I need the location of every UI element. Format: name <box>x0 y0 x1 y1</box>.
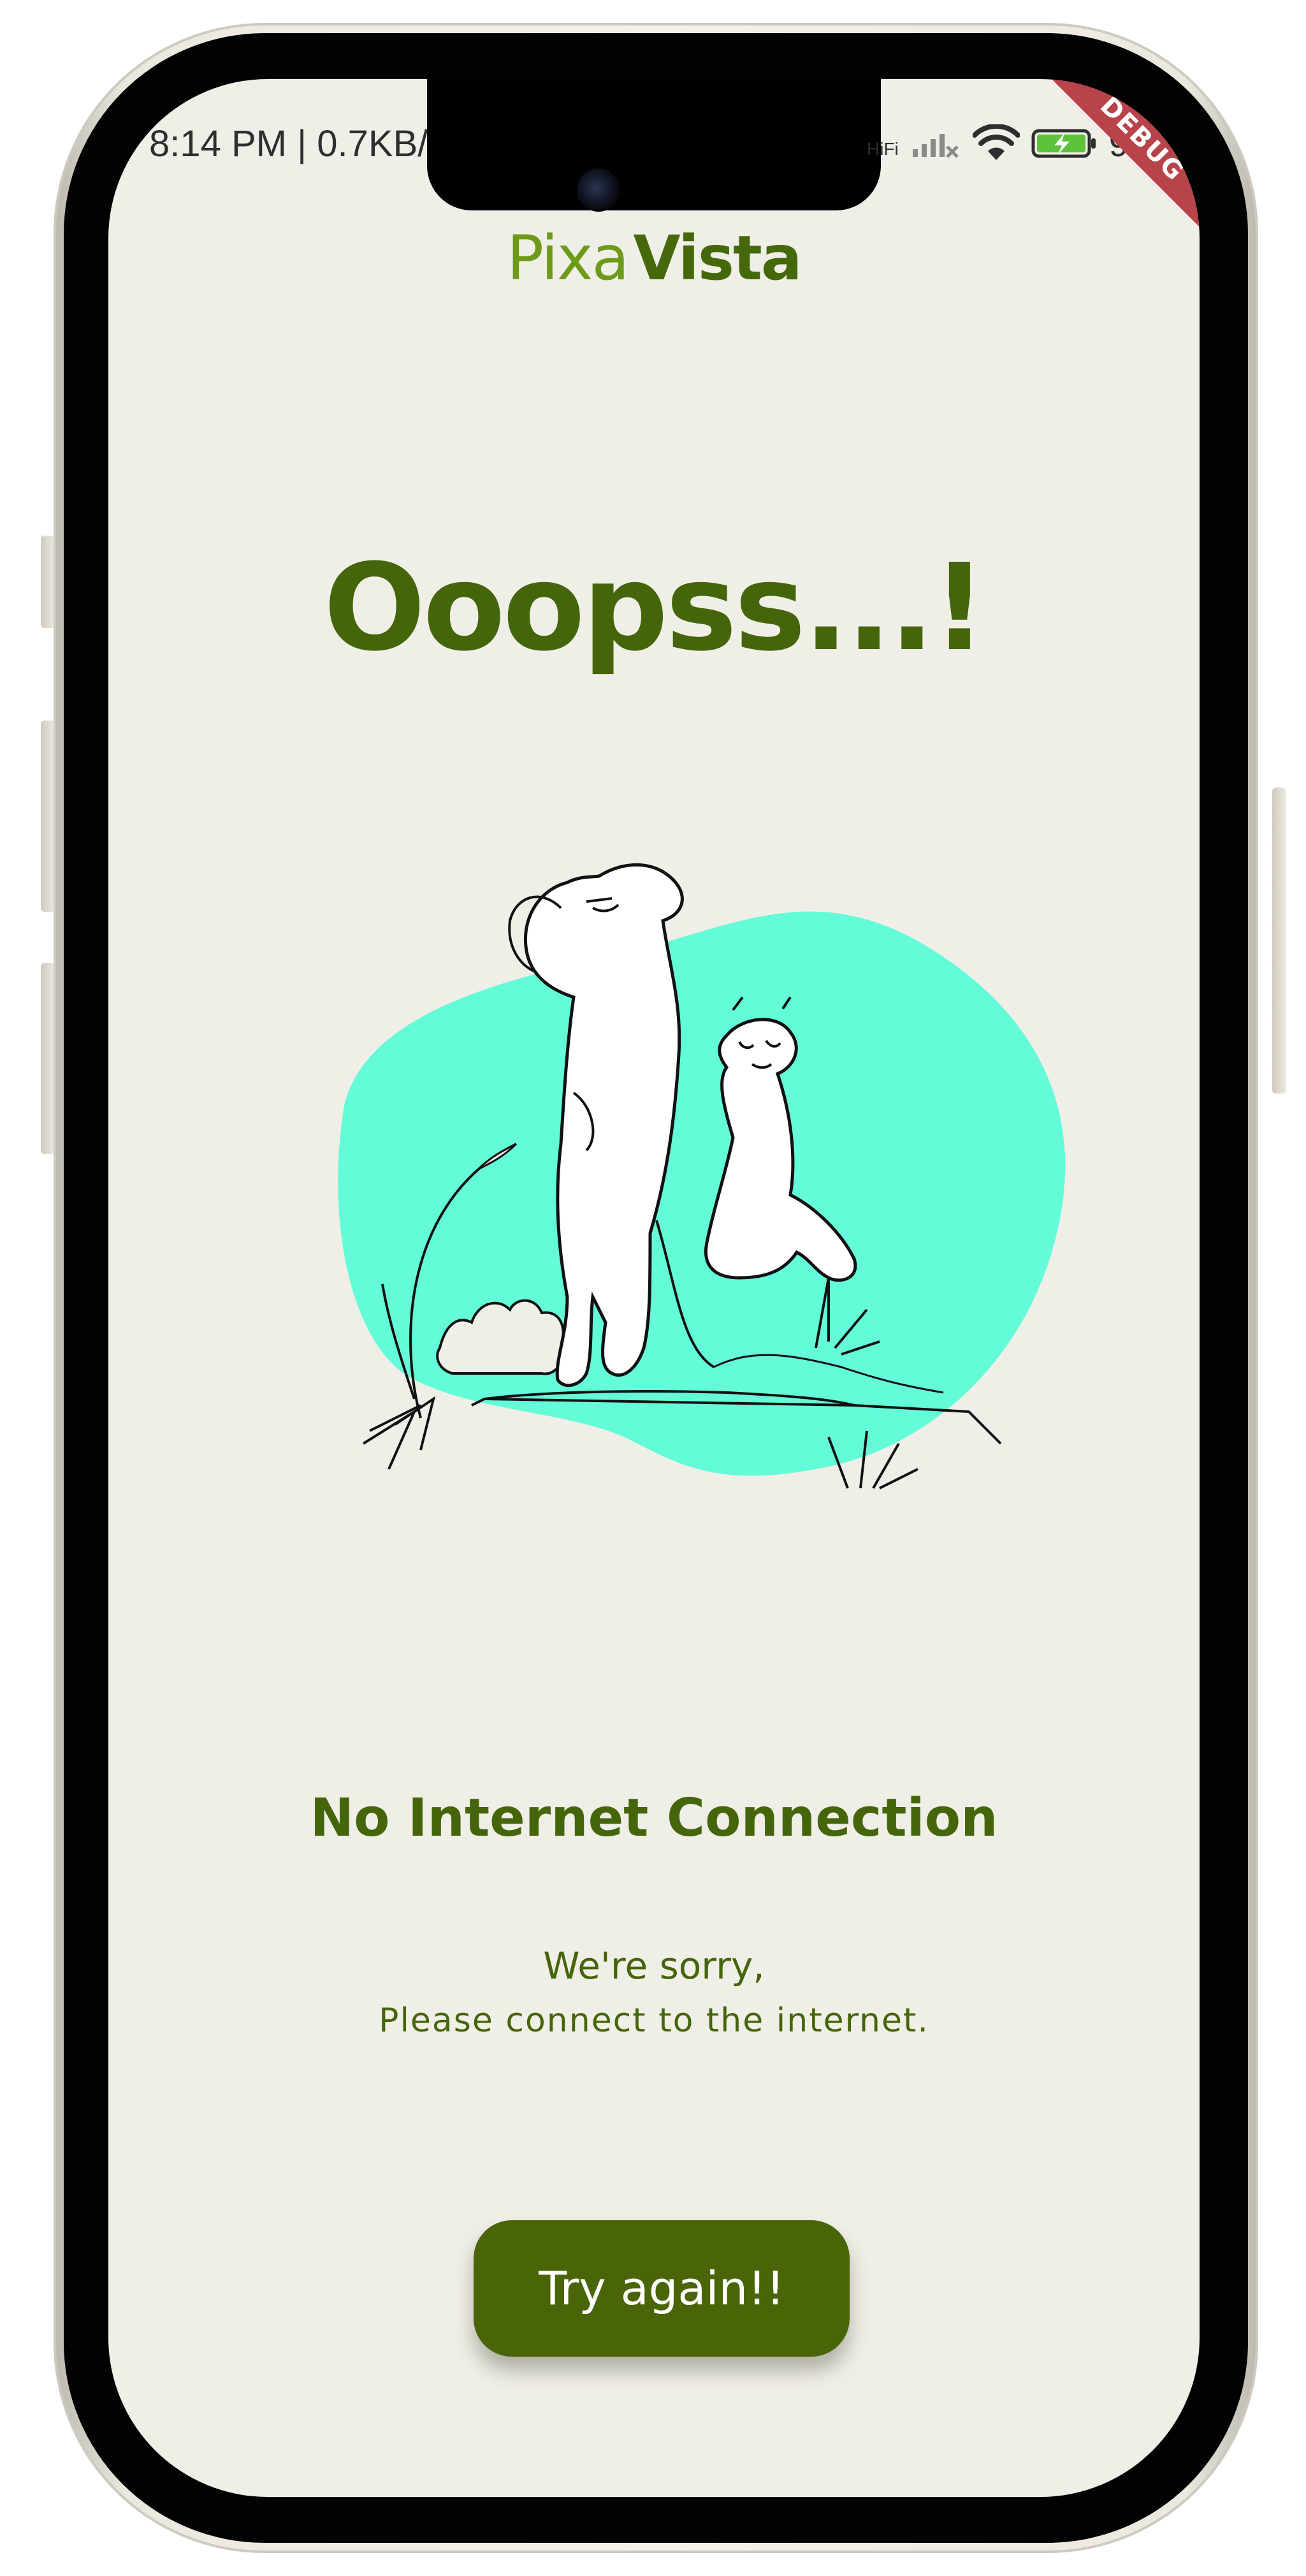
signal-icon <box>912 134 959 158</box>
notch <box>427 79 881 212</box>
meerkats-illustration <box>338 863 1066 1489</box>
wifi-label: HiFi <box>867 139 899 159</box>
page-title: Ooopss...! <box>323 538 987 678</box>
try-again-button[interactable]: Try again!! <box>474 2220 850 2357</box>
battery-icon <box>1031 129 1096 158</box>
status-time: 8:14 PM | 0.7KB/s <box>149 123 447 165</box>
instruction-text: Please connect to the internet. <box>379 2002 929 2040</box>
brand-logo: PixaVista <box>108 223 1200 294</box>
wifi-icon <box>972 124 1020 160</box>
volume-button <box>41 721 55 912</box>
volume-down-button <box>41 963 55 1154</box>
volume-up-button <box>41 536 55 628</box>
front-camera-icon <box>577 168 620 212</box>
app-screen: 8:14 PM | 0.7KB/s HiFi DEBUG PixaVista O… <box>108 79 1200 2497</box>
brand-second: Vista <box>633 223 802 294</box>
phone-mockup: 8:14 PM | 0.7KB/s HiFi DEBUG PixaVista O… <box>0 0 1306 2576</box>
power-button <box>1272 787 1286 1094</box>
apology-text: We're sorry, <box>543 1944 765 1987</box>
brand-first: Pixa <box>507 223 629 294</box>
error-title: No Internet Connection <box>310 1788 998 1848</box>
